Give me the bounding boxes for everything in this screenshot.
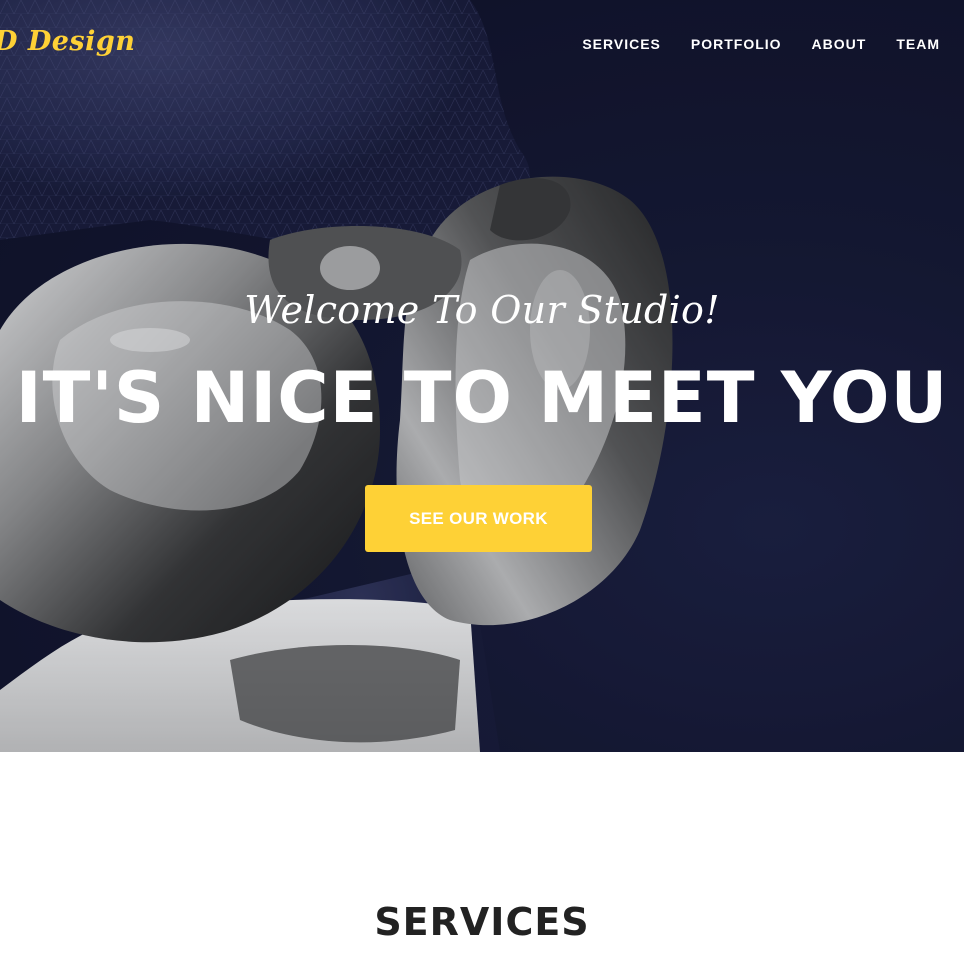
brand-logo[interactable]: D Design <box>0 26 135 57</box>
page: D Design SERVICES PORTFOLIO ABOUT TEAM W… <box>0 0 964 964</box>
nav-link-about[interactable]: ABOUT <box>812 36 867 52</box>
main-navbar: D Design SERVICES PORTFOLIO ABOUT TEAM <box>0 0 964 90</box>
nav-link-services[interactable]: SERVICES <box>582 36 661 52</box>
see-our-work-button[interactable]: SEE OUR WORK <box>365 485 592 552</box>
hero-section: D Design SERVICES PORTFOLIO ABOUT TEAM W… <box>0 0 964 752</box>
services-heading: SERVICES <box>374 900 590 944</box>
services-section: SERVICES <box>0 752 964 964</box>
hero-lead-in: Welcome To Our Studio! <box>244 288 720 332</box>
nav-link-team[interactable]: TEAM <box>896 36 940 52</box>
nav-link-portfolio[interactable]: PORTFOLIO <box>691 36 782 52</box>
hero-heading: IT'S NICE TO MEET YOU <box>15 357 949 439</box>
nav-links: SERVICES PORTFOLIO ABOUT TEAM <box>582 36 940 52</box>
